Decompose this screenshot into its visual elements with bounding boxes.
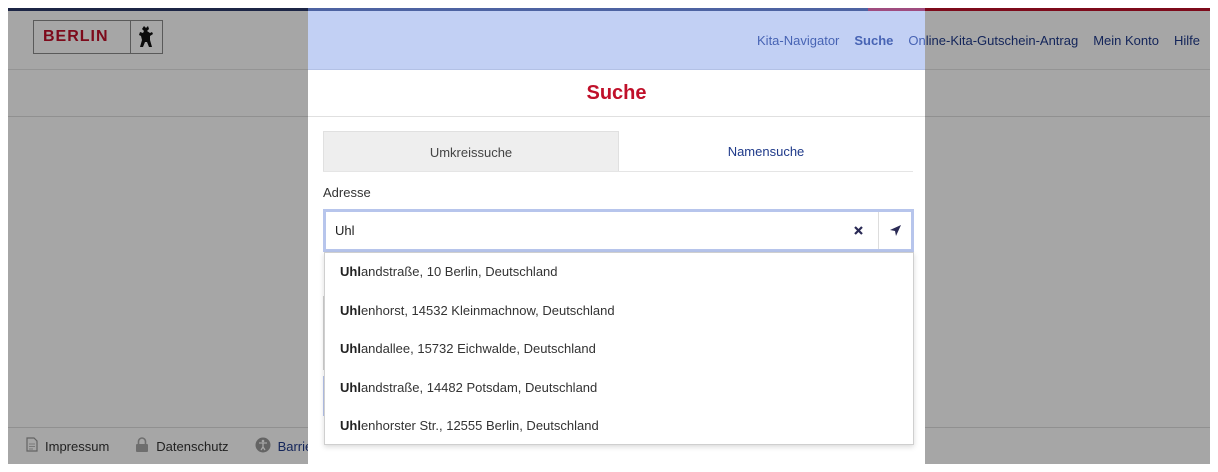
suggestion-rest: enhorst, 14532 Kleinmachnow, Deutschland [360, 302, 615, 318]
list-item[interactable]: Uhlandallee, 15732 Eichwalde, Deutschlan… [325, 330, 913, 369]
suggestion-match: Uhl [340, 418, 361, 434]
list-item[interactable]: Uhlandstraße, 10 Berlin, Deutschland [325, 253, 913, 292]
tab-umkreissuche[interactable]: Umkreissuche [323, 131, 619, 171]
suggestion-match: Uhl [340, 302, 361, 318]
page: BERLIN Kita-Navigator Suche Online-Kita-… [8, 8, 1210, 464]
tab-namensuche[interactable]: Namensuche [619, 131, 913, 171]
modal-backdrop-left[interactable] [8, 8, 308, 464]
location-arrow-icon[interactable] [878, 212, 911, 249]
suggestion-rest: andstraße, 14482 Potsdam, Deutschland [360, 379, 598, 395]
close-icon[interactable] [848, 220, 868, 240]
suggestion-rest: enhorster Str., 12555 Berlin, Deutschlan… [360, 418, 599, 434]
suggestion-rest: andallee, 15732 Eichwalde, Deutschland [360, 341, 596, 357]
page-title: Suche [308, 70, 925, 117]
list-item[interactable]: Uhlandstraße, 14482 Potsdam, Deutschland [325, 369, 913, 408]
address-label: Adresse [323, 185, 371, 200]
address-search-box [323, 209, 914, 252]
list-item[interactable]: Uhlenhorster Str., 12555 Berlin, Deutsch… [325, 407, 913, 446]
suggestion-rest: andstraße, 10 Berlin, Deutschland [360, 264, 558, 279]
modal-backdrop-top [308, 8, 925, 70]
autocomplete-list: Uhlandstraße, 10 Berlin, Deutschland Uhl… [324, 252, 914, 445]
search-panel: Suche Umkreissuche Namensuche Adresse Uh… [308, 70, 925, 464]
suggestion-match: Uhl [340, 341, 361, 357]
address-input[interactable] [326, 212, 876, 249]
list-item[interactable]: Uhlenhorst, 14532 Kleinmachnow, Deutschl… [325, 292, 913, 331]
suggestion-match: Uhl [340, 379, 361, 395]
search-tabs: Umkreissuche Namensuche [323, 131, 913, 172]
suggestion-match: Uhl [340, 264, 361, 279]
modal-backdrop-right[interactable] [925, 8, 1210, 464]
